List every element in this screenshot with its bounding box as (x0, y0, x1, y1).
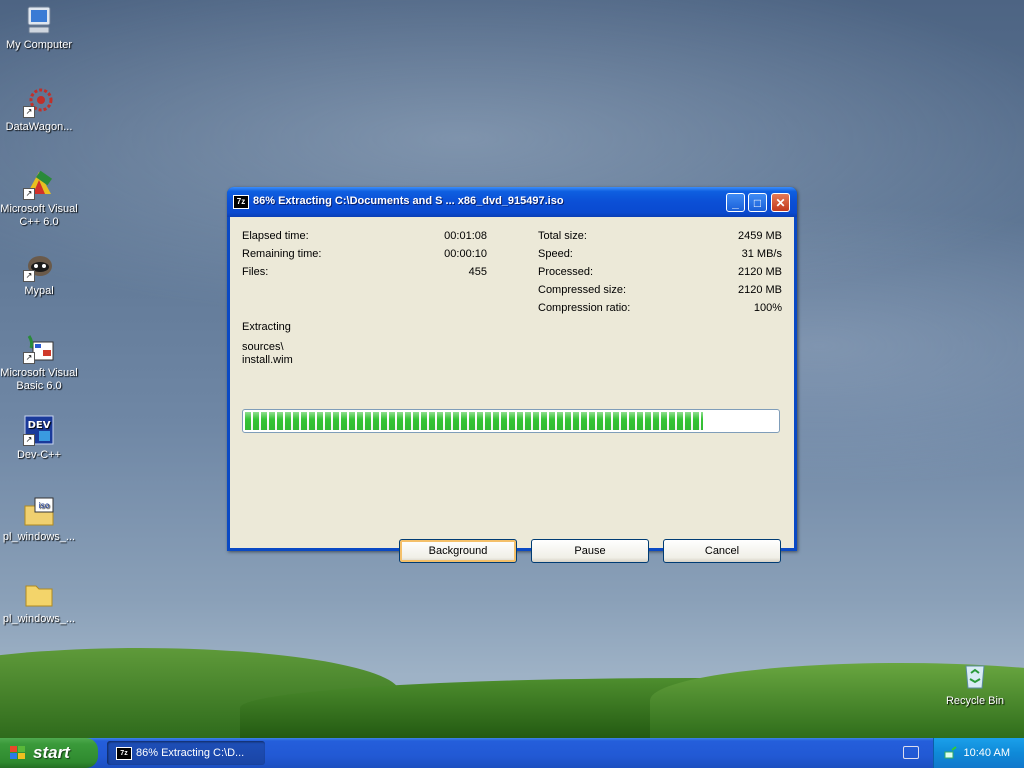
compressed-size-label: Compressed size: (538, 284, 627, 296)
clock[interactable]: 10:40 AM (964, 738, 1010, 768)
elapsed-time-value: 00:01:08 (444, 230, 487, 242)
speed-value: 31 MB/s (741, 248, 782, 260)
desktop-icon-label: Microsoft Visual C++ 6.0 (0, 203, 78, 228)
minimize-icon: _ (732, 196, 739, 210)
desktop-icon-visual-basic[interactable]: ↗ Microsoft Visual Basic 6.0 (0, 332, 78, 393)
mypal-icon: ↗ (23, 250, 55, 282)
elapsed-time-label: Elapsed time: (242, 230, 309, 242)
extraction-dialog: 7z 86% Extracting C:\Documents and S ...… (227, 187, 797, 563)
desktop-icon-iso-file[interactable]: iso pl_windows_... (0, 496, 78, 544)
current-path: sources\ (242, 341, 284, 353)
close-button[interactable]: ✕ (771, 193, 790, 212)
close-icon: ✕ (775, 196, 786, 210)
processed-value: 2120 MB (737, 266, 782, 278)
cancel-button[interactable]: Cancel (663, 539, 781, 563)
files-value: 455 (468, 266, 487, 278)
7zip-icon: 7z (233, 195, 249, 209)
speed-label: Speed: (538, 248, 573, 260)
desktop-icon-recycle-bin[interactable]: Recycle Bin (936, 660, 1014, 708)
desktop-icon-label: Microsoft Visual Basic 6.0 (0, 367, 78, 392)
maximize-button[interactable]: □ (748, 193, 767, 212)
desktop-icon-dev-cpp[interactable]: DEV ↗ Dev-C++ (0, 414, 78, 462)
dialog-title: 86% Extracting C:\Documents and S ... x8… (253, 195, 564, 207)
extraction-progress-bar (242, 409, 780, 433)
dialog-body: Elapsed time: 00:01:08 Remaining time: 0… (230, 217, 794, 563)
desktop-icon-label: Recycle Bin (945, 695, 1005, 707)
iso-file-icon: iso (23, 496, 55, 528)
pause-button[interactable]: Pause (531, 539, 649, 563)
files-label: Files: (242, 266, 269, 278)
desktop-icon-label: DataWagon... (5, 121, 73, 133)
svg-text:iso: iso (38, 501, 49, 510)
background-button[interactable]: Background (399, 539, 517, 563)
desktop-hills (0, 648, 1024, 738)
start-label: start (33, 743, 70, 762)
status-text: Extracting (242, 321, 291, 333)
processed-label: Processed: (538, 266, 594, 278)
desktop-icon-label: pl_windows_... (2, 613, 76, 625)
computer-icon (23, 4, 55, 36)
taskbar-item-7zip[interactable]: 7z 86% Extracting C:\D... (107, 741, 265, 765)
desktop-icon-folder[interactable]: pl_windows_... (0, 578, 78, 626)
7zip-icon: 7z (116, 747, 132, 760)
remaining-time-label: Remaining time: (242, 248, 322, 260)
network-icon[interactable] (944, 746, 958, 760)
system-tray: 10:40 AM (933, 738, 1024, 768)
dev-cpp-icon: DEV ↗ (23, 414, 55, 446)
start-button[interactable]: start (0, 738, 98, 768)
progress-fill (245, 412, 703, 430)
total-size-value: 2459 MB (737, 230, 782, 242)
desktop-icon-label: pl_windows_... (2, 531, 76, 543)
dialog-titlebar[interactable]: 7z 86% Extracting C:\Documents and S ...… (227, 187, 797, 217)
keyboard-icon[interactable] (903, 746, 919, 759)
visual-basic-icon: ↗ (23, 332, 55, 364)
datawagon-icon: ↗ (23, 86, 55, 118)
desktop-icon-label: Mypal (24, 285, 54, 297)
maximize-icon: □ (753, 196, 762, 210)
desktop-icon-my-computer[interactable]: My Computer (0, 4, 78, 52)
windows-flag-icon (10, 746, 26, 760)
desktop-icon-label: Dev-C++ (16, 449, 62, 461)
compression-ratio-label: Compression ratio: (538, 302, 631, 314)
desktop-icon-mypal[interactable]: ↗ Mypal (0, 250, 78, 298)
visual-cpp-icon: ↗ (23, 168, 55, 200)
taskbar-item-label: 86% Extracting C:\D... (136, 747, 245, 759)
desktop-icon-visual-cpp[interactable]: ↗ Microsoft Visual C++ 6.0 (0, 168, 78, 229)
taskbar: start 7z 86% Extracting C:\D... 10:40 AM (0, 738, 1024, 768)
folder-icon (23, 578, 55, 610)
recycle-bin-icon (959, 660, 991, 692)
total-size-label: Total size: (538, 230, 587, 242)
minimize-button[interactable]: _ (726, 193, 745, 212)
compression-ratio-value: 100% (753, 302, 782, 314)
desktop-icon-datawagon[interactable]: ↗ DataWagon... (0, 86, 78, 134)
svg-text:DEV: DEV (28, 420, 51, 431)
current-file: install.wim (242, 354, 293, 366)
desktop-icon-label: My Computer (5, 39, 73, 51)
remaining-time-value: 00:00:10 (444, 248, 487, 260)
compressed-size-value: 2120 MB (737, 284, 782, 296)
